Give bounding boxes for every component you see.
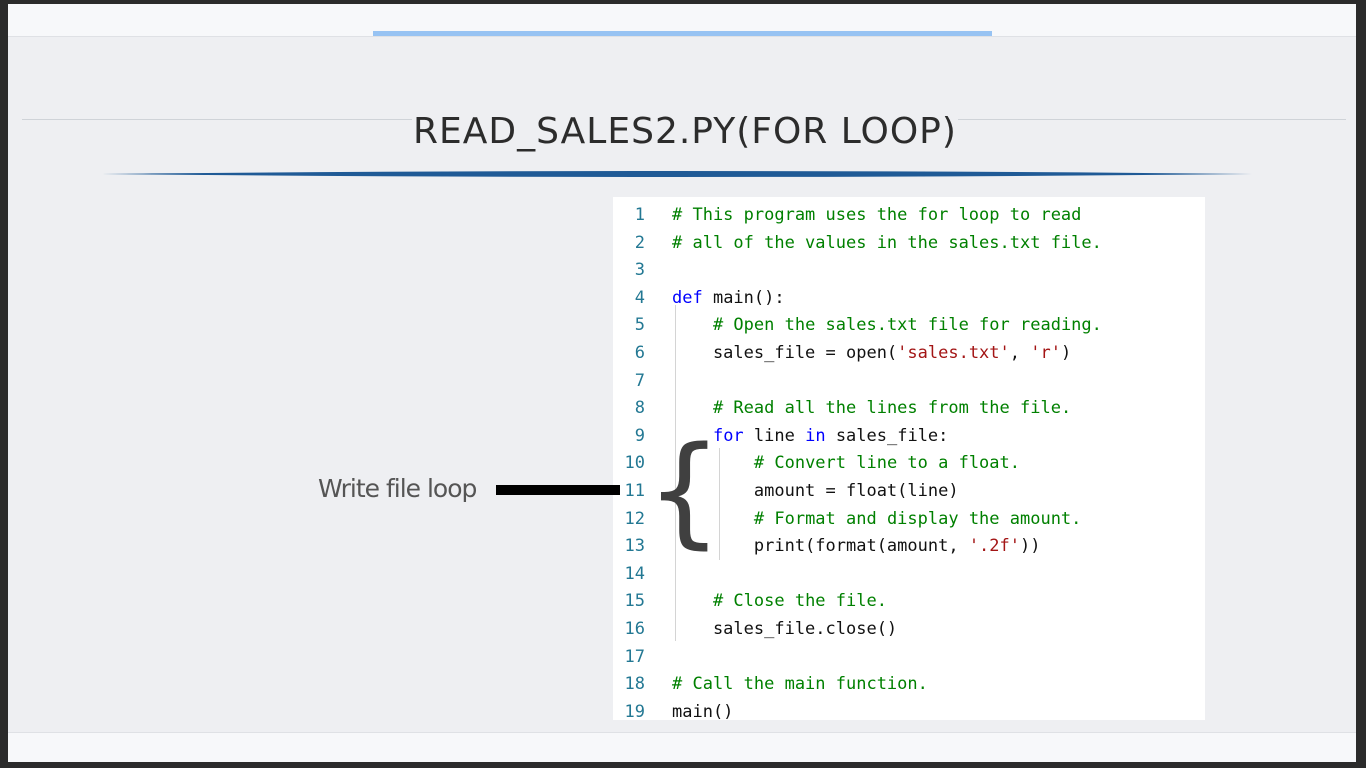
code-line: 18 # Call the main function. [613, 671, 1205, 698]
code-token: ) [1060, 343, 1072, 363]
code-line: 2 # all of the values in the sales.txt fi… [613, 230, 1205, 257]
code-text: # Convert line to a float. [672, 450, 1020, 477]
title-rule-right [958, 119, 1346, 120]
line-number: 17 [624, 646, 645, 667]
title-underline [102, 171, 1252, 177]
code-token: '.2f' [968, 536, 1020, 557]
line-number: 5 [634, 315, 645, 336]
code-text: def main(): [672, 285, 785, 312]
code-token: # Format and display the amount. [753, 508, 1082, 529]
code-token: # This program uses the for loop to read [672, 205, 1082, 225]
code-token: # Convert line to a float. [753, 453, 1020, 474]
code-token: line [743, 425, 806, 446]
loop-brace: { [646, 422, 723, 561]
line-number: 1 [634, 205, 645, 225]
code-text: # all of the values in the sales.txt fil… [672, 230, 1102, 257]
code-text: main() [672, 699, 733, 726]
code-token: # Call the main function. [672, 674, 928, 695]
line-number: 15 [624, 591, 645, 612]
code-token: # Close the file. [712, 591, 887, 612]
code-token: main() [672, 701, 734, 722]
line-number: 7 [634, 370, 645, 391]
code-line: 1 # This program uses the for loop to rea… [613, 202, 1205, 229]
line-number: 16 [624, 619, 645, 639]
code-line: 15 # Close the file. [613, 588, 1205, 615]
loop-pointer-bar [496, 485, 620, 495]
title-rule-left [22, 119, 412, 120]
code-token: in [805, 425, 826, 446]
code-line: 6 sales_file = open('sales.txt', 'r') [613, 340, 1205, 367]
code-text: print(format(amount, '.2f')) [672, 533, 1041, 560]
line-number: 10 [624, 453, 645, 474]
line-number: 19 [624, 701, 645, 722]
line-number: 3 [634, 260, 645, 281]
line-number: 9 [634, 425, 645, 446]
code-text: # This program uses the for loop to read [672, 202, 1081, 229]
code-text: # Open the sales.txt file for reading. [672, 312, 1102, 339]
code-line: 16 sales_file.close() [613, 616, 1205, 643]
slide-bottom-band [8, 732, 1356, 762]
code-text: # Close the file. [672, 588, 887, 615]
code-token: )) [1020, 536, 1041, 557]
code-token: # Read all the lines from the file. [712, 398, 1072, 419]
code-token: sales_file: [825, 425, 949, 446]
loop-annotation-label: Write file loop [318, 474, 477, 503]
slide: READ_SALES2.PY(FOR LOOP) 1 # This program… [8, 4, 1356, 762]
line-number: 2 [634, 232, 645, 253]
line-number: 18 [624, 674, 645, 695]
code-line: 5 # Open the sales.txt file for reading. [613, 312, 1205, 339]
code-token: main(): [702, 287, 785, 308]
slide-accent-bar [373, 31, 992, 36]
code-token: 'r' [1030, 343, 1061, 363]
code-text: # Call the main function. [672, 671, 928, 698]
line-number: 13 [624, 536, 645, 557]
line-number: 8 [634, 398, 645, 419]
code-text: sales_file = open('sales.txt', 'r') [672, 340, 1071, 367]
code-text: # Read all the lines from the file. [672, 395, 1071, 422]
code-text: # Format and display the amount. [672, 506, 1082, 533]
code-line: 4 def main(): [613, 285, 1205, 312]
code-line: 7 [613, 368, 1205, 395]
code-line: 17 [613, 644, 1205, 671]
code-token: , [1009, 343, 1031, 363]
code-line: 3 [613, 257, 1205, 284]
line-number: 14 [624, 563, 645, 584]
code-token: sales_file = open( [672, 343, 898, 363]
code-token: def [672, 287, 703, 308]
code-text: sales_file.close() [672, 616, 897, 643]
line-number: 6 [634, 343, 645, 363]
slide-title: READ_SALES2.PY(FOR LOOP) [413, 111, 957, 152]
code-token: # Open the sales.txt file for reading. [712, 315, 1102, 336]
code-token: 'sales.txt' [897, 343, 1010, 363]
line-number: 12 [624, 508, 645, 529]
code-line: 19 main() [613, 699, 1205, 726]
line-number: 4 [634, 287, 645, 308]
code-token: sales_file.close() [672, 619, 898, 639]
code-token: # all of the values in the sales.txt fil… [672, 232, 1102, 253]
